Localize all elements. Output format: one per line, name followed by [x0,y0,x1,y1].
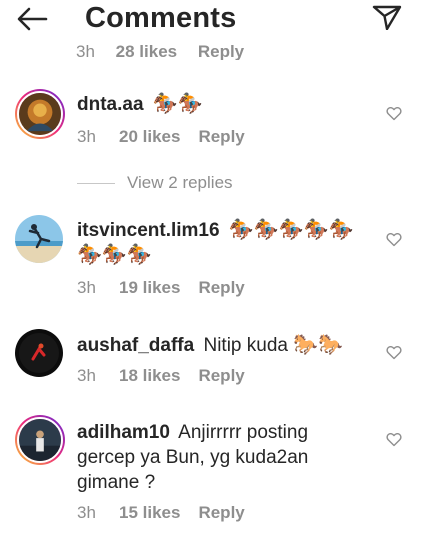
comment-time: 3h [77,503,96,522]
comment-time: 3h [77,127,96,146]
horse-racing-emoji: 🏇🏇🏇🏇🏇 [228,219,354,241]
direct-share-icon[interactable] [372,4,402,30]
comment-time: 3h [77,278,96,297]
comment-body-line2: gercep ya Bun, yg kuda2an [77,447,309,468]
view-replies-button[interactable]: View 2 replies [77,172,233,194]
avatar[interactable] [15,415,65,465]
heart-icon[interactable] [386,432,402,447]
comment-likes[interactable]: 20 likes [119,127,180,147]
comment-username[interactable]: adilham10 [77,422,170,443]
comment-meta: 3h 15 likes Reply [77,503,245,523]
comment-body: Nitip kuda [203,335,288,356]
avatar[interactable] [15,89,65,139]
back-arrow-icon[interactable] [16,6,50,32]
comment-username[interactable]: dnta.aa [77,94,144,115]
comment-username[interactable]: itsvincent.lim16 [77,220,220,241]
comment-text: adilham10 Anjirrrrr posting gercep ya Bu… [77,420,377,495]
reply-button[interactable]: Reply [198,278,244,297]
comment-meta: 3h 18 likes Reply [77,366,245,386]
comment-time: 3h [76,42,95,60]
comment-meta: 3h 19 likes Reply [77,278,245,298]
comment-likes[interactable]: 18 likes [119,366,180,386]
comment-likes[interactable]: 28 likes [116,42,177,60]
avatar[interactable] [15,215,63,263]
comment-username[interactable]: aushaf_daffa [77,335,194,356]
heart-icon[interactable] [386,106,402,121]
comment-time: 3h [77,366,96,385]
comment-text: aushaf_daffa Nitip kuda 🐎🐎 [77,333,367,358]
header: Comments [0,0,425,44]
comment-meta: 3h 20 likes Reply [77,127,245,147]
heart-icon[interactable] [386,232,402,247]
horse-racing-emoji: 🏇🏇 [152,93,203,115]
reply-button[interactable]: Reply [198,127,244,146]
view-replies-label: View 2 replies [127,173,233,192]
comment-body-line3: gimane ? [77,472,156,493]
reply-button[interactable]: Reply [198,503,244,522]
comment-text: itsvincent.lim16 🏇🏇🏇🏇🏇 🏇🏇🏇 [77,218,377,268]
reply-button[interactable]: Reply [198,42,244,60]
comment-likes[interactable]: 19 likes [119,278,180,298]
page-title: Comments [85,2,237,34]
comment-text: dnta.aa 🏇🏇 [77,92,367,117]
avatar[interactable] [15,329,63,377]
horse-racing-emoji: 🏇🏇🏇 [77,244,152,266]
comment-body: Anjirrrrr posting [178,422,309,443]
comment-likes[interactable]: 15 likes [119,503,180,523]
divider [77,182,115,184]
heart-icon[interactable] [386,345,402,360]
reply-button[interactable]: Reply [198,366,244,385]
horse-emoji: 🐎🐎 [293,334,344,356]
